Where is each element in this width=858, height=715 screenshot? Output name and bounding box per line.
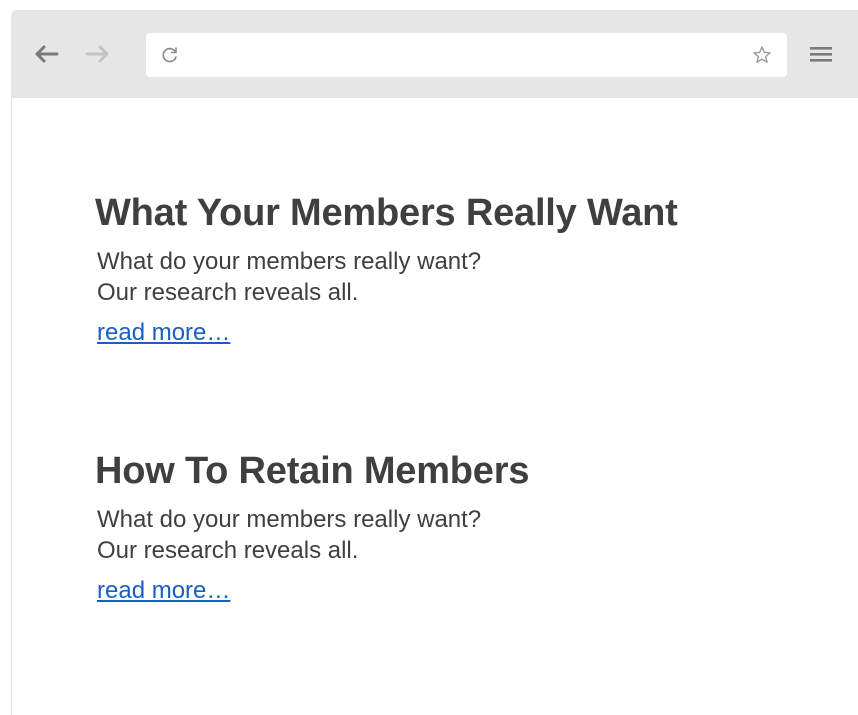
browser-window: What Your Members Really Want What do yo… <box>11 10 858 715</box>
star-icon <box>753 46 771 63</box>
article-title: What Your Members Really Want <box>95 192 678 234</box>
hamburger-menu-icon <box>810 47 832 62</box>
address-bar[interactable] <box>146 33 787 77</box>
summary-line-1: What do your members really want? <box>97 506 482 533</box>
reload-button[interactable] <box>160 45 180 65</box>
article-card: How To Retain Members What do your membe… <box>95 448 795 606</box>
summary-line-1: What do your members really want? <box>97 248 482 275</box>
reload-icon <box>162 47 177 63</box>
article-summary: What do your members really want? Our re… <box>97 504 795 566</box>
article-summary: What do your members really want? Our re… <box>97 246 795 308</box>
browser-toolbar <box>12 10 858 98</box>
menu-button[interactable] <box>806 40 836 68</box>
summary-line-2: Our research reveals all. <box>97 279 359 306</box>
forward-button[interactable] <box>82 38 114 70</box>
read-more-link[interactable]: read more… <box>97 318 230 348</box>
forward-arrow-icon <box>85 45 109 63</box>
read-more-link[interactable]: read more… <box>97 576 230 606</box>
bookmark-star-button[interactable] <box>751 44 773 66</box>
back-button[interactable] <box>30 38 62 70</box>
summary-line-2: Our research reveals all. <box>97 537 359 564</box>
article-card: What Your Members Really Want What do yo… <box>95 190 795 348</box>
article-title: How To Retain Members <box>95 450 530 492</box>
page-content: What Your Members Really Want What do yo… <box>12 98 858 715</box>
back-arrow-icon <box>35 45 59 63</box>
